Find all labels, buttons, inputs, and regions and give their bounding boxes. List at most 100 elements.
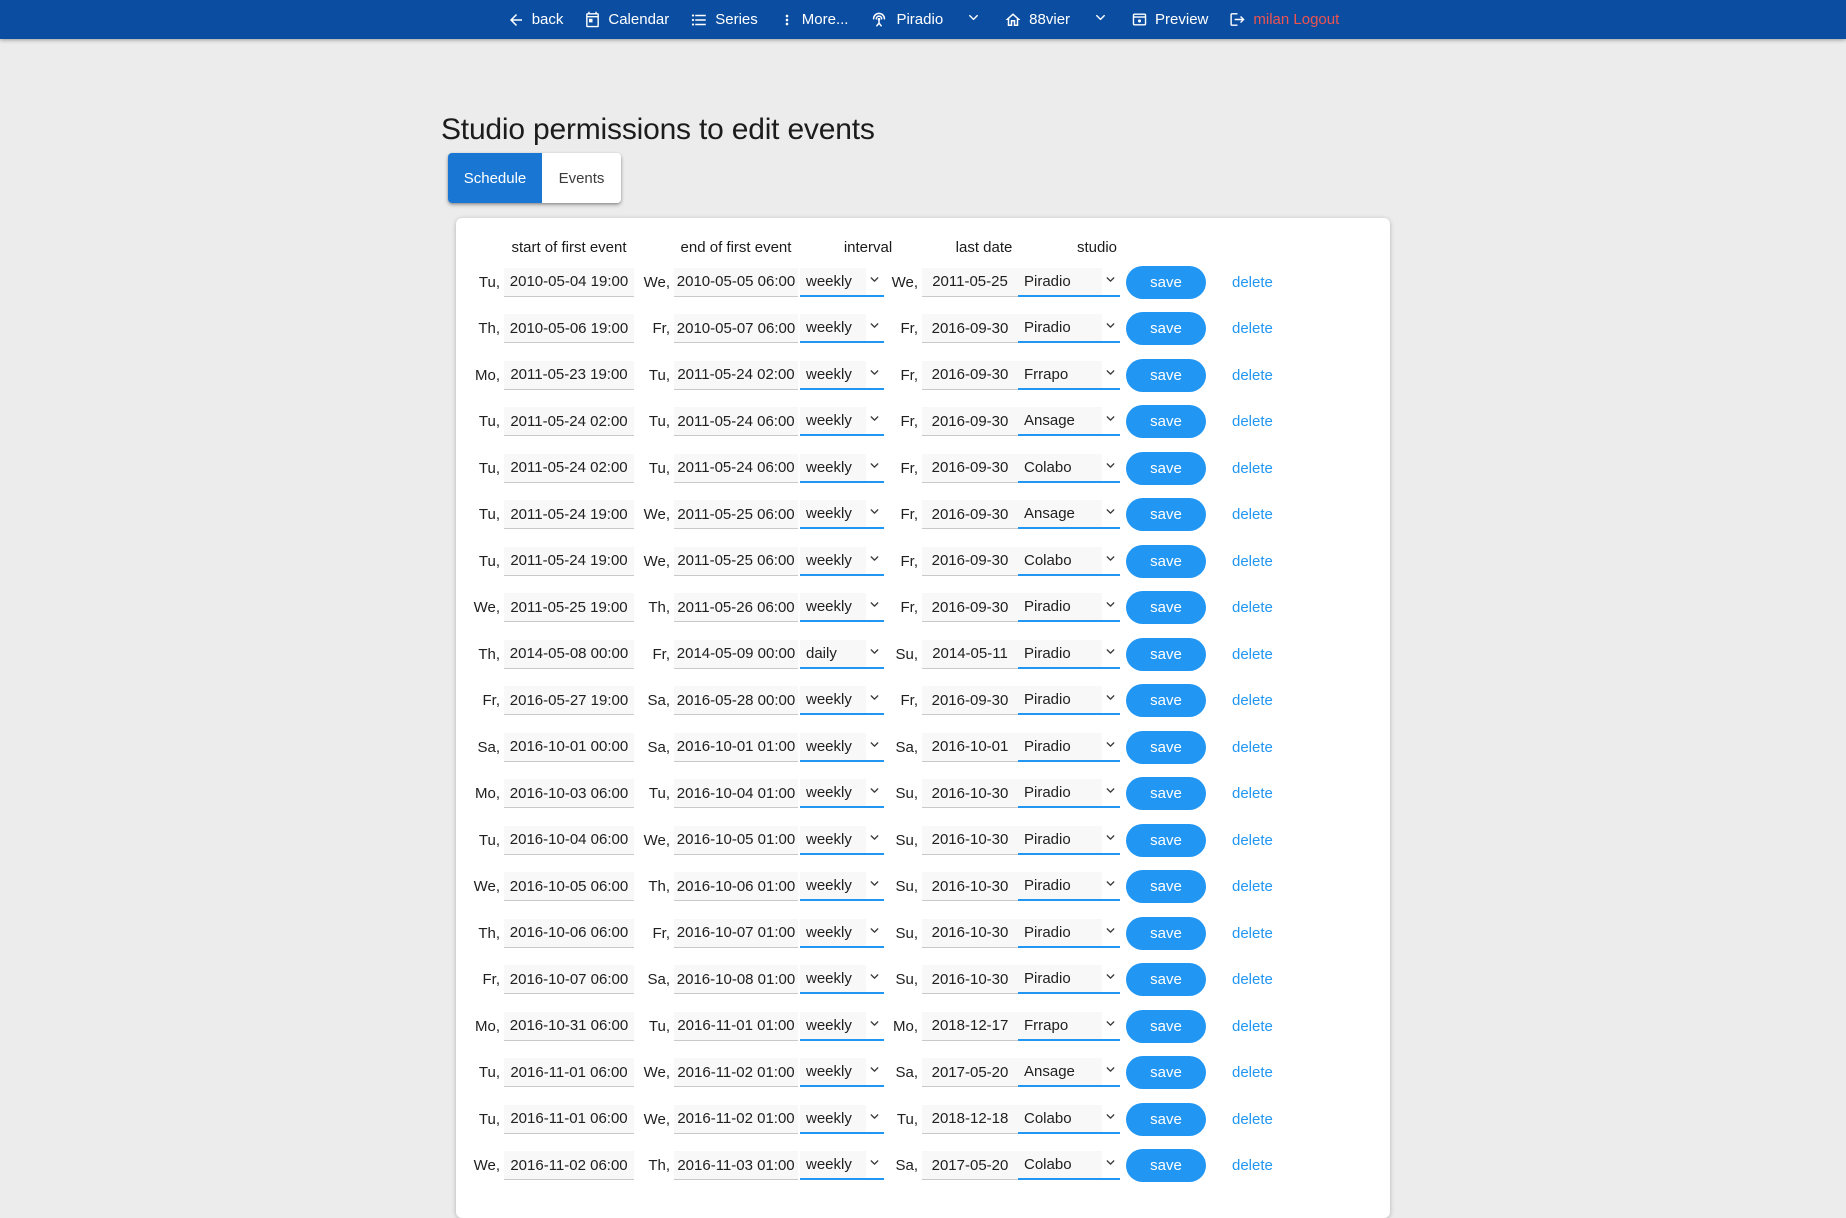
last-date-input[interactable] [922, 500, 1018, 529]
last-date-input[interactable] [922, 965, 1018, 994]
studio-select[interactable]: Piradio [1018, 872, 1120, 901]
delete-link[interactable]: delete [1232, 460, 1273, 477]
studio-select[interactable]: Ansage [1018, 1058, 1120, 1087]
save-button[interactable]: save [1126, 452, 1206, 485]
studio-select[interactable]: Piradio [1018, 826, 1120, 855]
studio-select[interactable]: Piradio [1018, 919, 1120, 948]
start-datetime-input[interactable] [504, 268, 634, 297]
last-date-input[interactable] [922, 1058, 1018, 1087]
delete-link[interactable]: delete [1232, 506, 1273, 523]
end-datetime-input[interactable] [674, 733, 798, 762]
interval-select[interactable]: weekly [800, 314, 884, 343]
end-datetime-input[interactable] [674, 454, 798, 483]
delete-link[interactable]: delete [1232, 1018, 1273, 1035]
save-button[interactable]: save [1126, 917, 1206, 950]
start-datetime-input[interactable] [504, 872, 634, 901]
studio-select[interactable]: Frrapo [1018, 1012, 1120, 1041]
start-datetime-input[interactable] [504, 547, 634, 576]
save-button[interactable]: save [1126, 731, 1206, 764]
end-datetime-input[interactable] [674, 593, 798, 622]
save-button[interactable]: save [1126, 591, 1206, 624]
interval-select[interactable]: weekly [800, 919, 884, 948]
last-date-input[interactable] [922, 268, 1018, 297]
interval-select[interactable]: weekly [800, 547, 884, 576]
end-datetime-input[interactable] [674, 407, 798, 436]
start-datetime-input[interactable] [504, 826, 634, 855]
start-datetime-input[interactable] [504, 593, 634, 622]
delete-link[interactable]: delete [1232, 739, 1273, 756]
save-button[interactable]: save [1126, 266, 1206, 299]
studio-select[interactable]: Ansage [1018, 500, 1120, 529]
last-date-input[interactable] [922, 733, 1018, 762]
start-datetime-input[interactable] [504, 640, 634, 669]
studio-select[interactable]: Frrapo [1018, 361, 1120, 390]
save-button[interactable]: save [1126, 1103, 1206, 1136]
last-date-input[interactable] [922, 640, 1018, 669]
studio-select[interactable]: Piradio [1018, 965, 1120, 994]
last-date-input[interactable] [922, 454, 1018, 483]
tab-events[interactable]: Events [542, 153, 621, 203]
interval-select[interactable]: weekly [800, 1151, 884, 1180]
delete-link[interactable]: delete [1232, 413, 1273, 430]
delete-link[interactable]: delete [1232, 692, 1273, 709]
studio-select[interactable]: Piradio [1018, 733, 1120, 762]
delete-link[interactable]: delete [1232, 553, 1273, 570]
start-datetime-input[interactable] [504, 1151, 634, 1180]
end-datetime-input[interactable] [674, 965, 798, 994]
studio-select[interactable]: Colabo [1018, 454, 1120, 483]
studio-select[interactable]: Colabo [1018, 547, 1120, 576]
delete-link[interactable]: delete [1232, 599, 1273, 616]
end-datetime-input[interactable] [674, 826, 798, 855]
nav-item-calendar[interactable]: Calendar [584, 11, 669, 28]
delete-link[interactable]: delete [1232, 832, 1273, 849]
end-datetime-input[interactable] [674, 361, 798, 390]
nav-item-preview[interactable]: Preview [1131, 11, 1208, 28]
delete-link[interactable]: delete [1232, 971, 1273, 988]
last-date-input[interactable] [922, 919, 1018, 948]
end-datetime-input[interactable] [674, 919, 798, 948]
interval-select[interactable]: weekly [800, 686, 884, 715]
end-datetime-input[interactable] [674, 1151, 798, 1180]
last-date-input[interactable] [922, 314, 1018, 343]
start-datetime-input[interactable] [504, 314, 634, 343]
save-button[interactable]: save [1126, 777, 1206, 810]
start-datetime-input[interactable] [504, 1105, 634, 1134]
end-datetime-input[interactable] [674, 314, 798, 343]
delete-link[interactable]: delete [1232, 925, 1273, 942]
save-button[interactable]: save [1126, 1056, 1206, 1089]
interval-select[interactable]: weekly [800, 826, 884, 855]
last-date-input[interactable] [922, 547, 1018, 576]
end-datetime-input[interactable] [674, 268, 798, 297]
nav-item-piradio[interactable]: Piradio [869, 10, 943, 30]
save-button[interactable]: save [1126, 824, 1206, 857]
delete-link[interactable]: delete [1232, 1064, 1273, 1081]
delete-link[interactable]: delete [1232, 367, 1273, 384]
station-dropdown-chevron[interactable] [1091, 10, 1110, 29]
start-datetime-input[interactable] [504, 686, 634, 715]
delete-link[interactable]: delete [1232, 274, 1273, 291]
interval-select[interactable]: weekly [800, 1012, 884, 1041]
studio-select[interactable]: Piradio [1018, 779, 1120, 808]
interval-select[interactable]: weekly [800, 593, 884, 622]
last-date-input[interactable] [922, 593, 1018, 622]
nav-item-back[interactable]: back [507, 11, 564, 29]
last-date-input[interactable] [922, 1012, 1018, 1041]
start-datetime-input[interactable] [504, 965, 634, 994]
last-date-input[interactable] [922, 1105, 1018, 1134]
studio-select[interactable]: Piradio [1018, 268, 1120, 297]
nav-item-series[interactable]: Series [690, 11, 758, 29]
save-button[interactable]: save [1126, 312, 1206, 345]
studio-select[interactable]: Colabo [1018, 1151, 1120, 1180]
studio-select[interactable]: Ansage [1018, 407, 1120, 436]
interval-select[interactable]: daily [800, 640, 884, 669]
start-datetime-input[interactable] [504, 361, 634, 390]
last-date-input[interactable] [922, 826, 1018, 855]
end-datetime-input[interactable] [674, 1012, 798, 1041]
save-button[interactable]: save [1126, 359, 1206, 392]
delete-link[interactable]: delete [1232, 646, 1273, 663]
start-datetime-input[interactable] [504, 1012, 634, 1041]
nav-item-logout[interactable]: milan Logout [1229, 11, 1339, 28]
start-datetime-input[interactable] [504, 779, 634, 808]
piradio-dropdown-chevron[interactable] [964, 10, 983, 29]
save-button[interactable]: save [1126, 684, 1206, 717]
